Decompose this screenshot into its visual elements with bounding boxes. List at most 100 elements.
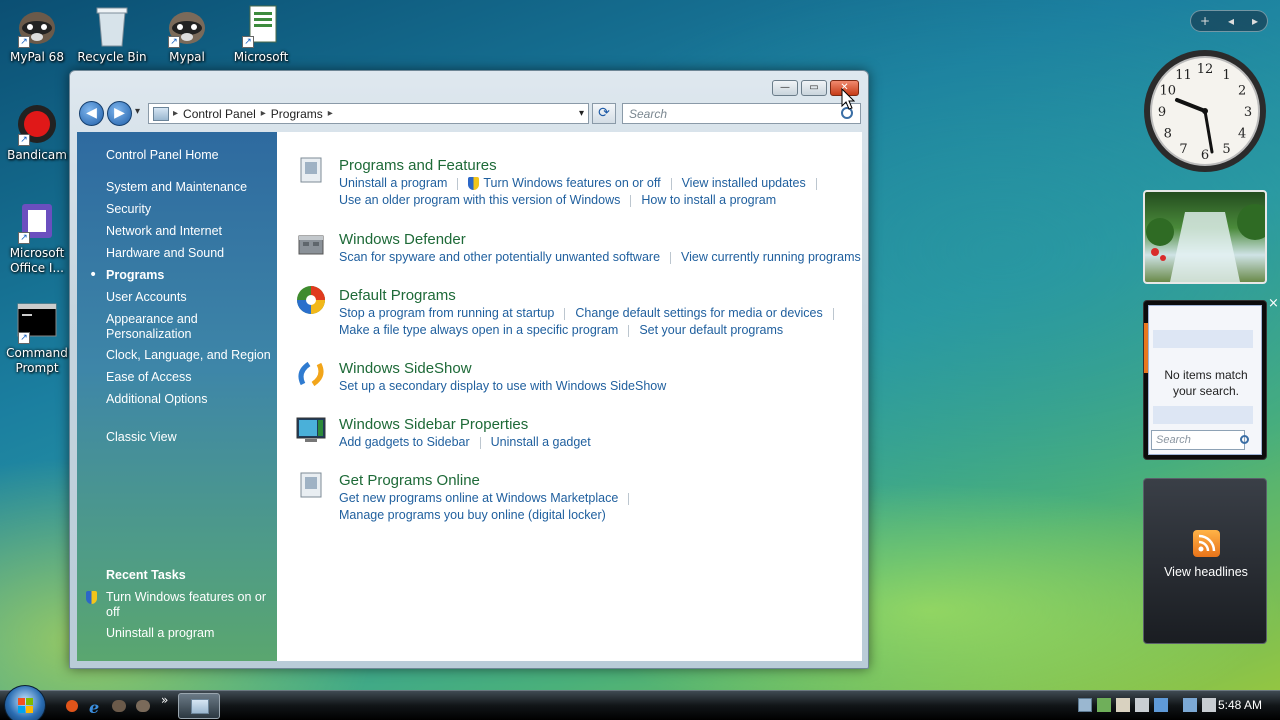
breadcrumb-control-panel[interactable]: Control Panel	[178, 107, 261, 121]
taskbar-clock[interactable]: 5:48 AM	[1218, 698, 1262, 712]
media-defaults-link[interactable]: Change default settings for media or dev…	[575, 306, 822, 320]
older-program-link[interactable]: Use an older program with this version o…	[339, 193, 620, 207]
printer-icon[interactable]	[1135, 698, 1149, 712]
nav-additional-options[interactable]: Additional Options	[106, 392, 207, 406]
desktop-icon-mypal68[interactable]: ↗ MyPal 68	[0, 4, 74, 65]
flag-icon[interactable]	[1116, 698, 1130, 712]
nav-programs[interactable]: Programs	[106, 268, 164, 282]
safely-remove-icon[interactable]	[1097, 698, 1111, 712]
nav-hardware-and-sound[interactable]: Hardware and Sound	[106, 246, 224, 260]
default-programs-section: Default Programs Stop a program from run…	[339, 287, 844, 337]
recent-task-uninstall[interactable]: Uninstall a program	[106, 626, 214, 640]
file-type-link[interactable]: Make a file type always open in a specif…	[339, 323, 618, 337]
breadcrumb-programs[interactable]: Programs	[266, 107, 328, 121]
classic-view-link[interactable]: Classic View	[106, 430, 177, 444]
nav-ease-of-access[interactable]: Ease of Access	[106, 370, 191, 384]
nav-network-and-internet[interactable]: Network and Internet	[106, 224, 222, 238]
set-default-programs-link[interactable]: Set your default programs	[639, 323, 783, 337]
volume-icon[interactable]	[1202, 698, 1216, 712]
previous-gadget-page-button[interactable]: ◂	[1228, 14, 1234, 28]
gadget-accent-bar	[1144, 323, 1148, 373]
marketplace-link[interactable]: Get new programs online at Windows Marke…	[339, 491, 618, 505]
feed-headlines-gadget[interactable]: View headlines	[1143, 478, 1267, 644]
quick-launch-more[interactable]: »	[161, 693, 168, 707]
start-button[interactable]	[4, 685, 46, 720]
desktop-icon-label: Microsoft	[233, 50, 289, 64]
installed-updates-link[interactable]: View installed updates	[682, 176, 806, 190]
refresh-button[interactable]: ⟳	[592, 103, 616, 124]
desktop-icon-recycle-bin[interactable]: Recycle Bin	[75, 4, 149, 65]
recent-pages-dropdown[interactable]: ▾	[135, 106, 140, 117]
breadcrumb-separator[interactable]: ▸	[328, 108, 333, 119]
control-panel-window: — ▭ ✕ ◀ ▶ ▾ ▸ Control Panel ▸ Programs ▸…	[69, 70, 869, 669]
no-results-message-line1: No items match	[1164, 368, 1248, 382]
desktop-icon-label: Mypal	[169, 50, 205, 64]
taskbar-control-panel-button[interactable]	[178, 693, 220, 719]
address-dropdown-icon[interactable]: ▾	[579, 108, 584, 119]
windows-defender-title[interactable]: Windows Defender	[339, 231, 861, 248]
default-programs-title[interactable]: Default Programs	[339, 287, 844, 304]
clock-gadget[interactable]: 12 1 2 3 4 5 6 7 8 9 10 11	[1142, 48, 1268, 174]
recent-task-windows-features-line1[interactable]: Turn Windows features on or	[106, 590, 266, 604]
digital-locker-link[interactable]: Manage programs you buy online (digital …	[339, 508, 606, 522]
clock-number: 7	[1179, 142, 1187, 157]
back-button[interactable]: ◀	[79, 101, 104, 126]
shortcut-arrow-icon: ↗	[18, 332, 30, 344]
mypal-icon[interactable]	[112, 700, 126, 712]
windows-sideshow-title[interactable]: Windows SideShow	[339, 360, 666, 377]
programs-and-features-title[interactable]: Programs and Features	[339, 157, 827, 174]
separator	[564, 307, 566, 320]
internet-explorer-icon[interactable]: e	[89, 698, 99, 717]
desktop-icon-mypal[interactable]: ↗ Mypal	[150, 4, 224, 65]
nav-appearance-line2[interactable]: Personalization	[106, 327, 191, 341]
display-icon[interactable]	[1154, 698, 1168, 712]
network-icon[interactable]	[1078, 698, 1092, 712]
sidebar-properties-title[interactable]: Windows Sidebar Properties	[339, 416, 591, 433]
desktop-icon-microsoft[interactable]: ↗ Microsoft	[224, 4, 298, 65]
view-headlines-link[interactable]: View headlines	[1144, 565, 1268, 579]
windows-features-link[interactable]: Turn Windows features on or off	[483, 176, 660, 190]
separator	[628, 324, 630, 337]
shortcut-arrow-icon: ↗	[242, 36, 254, 48]
nav-appearance-line1[interactable]: Appearance and	[106, 312, 198, 326]
get-programs-online-title[interactable]: Get Programs Online	[339, 472, 639, 489]
maximize-button[interactable]: ▭	[801, 80, 827, 96]
search-input[interactable]: Search	[622, 103, 861, 124]
next-gadget-page-button[interactable]: ▸	[1252, 14, 1258, 28]
search-icon[interactable]	[1240, 435, 1249, 444]
add-gadget-button[interactable]: +	[1200, 14, 1210, 28]
control-panel-home-link[interactable]: Control Panel Home	[106, 148, 219, 162]
clock-number: 6	[1201, 148, 1209, 163]
desktop-icon-bandicam[interactable]: ↗ Bandicam	[0, 102, 74, 163]
recent-task-windows-features-line2[interactable]: off	[106, 605, 120, 619]
uninstall-gadget-link[interactable]: Uninstall a gadget	[491, 435, 591, 449]
desktop-icon-microsoft-office[interactable]: ↗ Microsoft Office I...	[0, 200, 74, 276]
desktop-icon-command-prompt[interactable]: ↗ Command Prompt	[0, 300, 74, 376]
forward-button[interactable]: ▶	[107, 101, 132, 126]
gadget-search-input[interactable]: Search	[1151, 430, 1245, 450]
nav-security[interactable]: Security	[106, 202, 151, 216]
startup-programs-link[interactable]: Stop a program from running at startup	[339, 306, 554, 320]
nav-system-and-maintenance[interactable]: System and Maintenance	[106, 180, 247, 194]
separator	[479, 436, 481, 449]
add-gadgets-link[interactable]: Add gadgets to Sidebar	[339, 435, 470, 449]
document-icon: ↗	[238, 4, 284, 48]
nav-clock-language-region[interactable]: Clock, Language, and Region	[106, 348, 271, 362]
gadget-close-button[interactable]: ×	[1268, 296, 1279, 311]
running-programs-link[interactable]: View currently running programs	[681, 250, 861, 264]
programs-and-features-icon	[295, 154, 327, 186]
uninstall-program-link[interactable]: Uninstall a program	[339, 176, 447, 190]
nav-user-accounts[interactable]: User Accounts	[106, 290, 187, 304]
secondary-display-link[interactable]: Set up a secondary display to use with W…	[339, 379, 666, 393]
how-to-install-link[interactable]: How to install a program	[641, 193, 776, 207]
mypal68-icon[interactable]	[136, 700, 150, 712]
shield-icon	[86, 591, 97, 604]
slideshow-gadget[interactable]	[1143, 190, 1267, 284]
connection-icon[interactable]	[1183, 698, 1197, 712]
firefox-icon[interactable]	[66, 700, 78, 712]
programs-and-features-section: Programs and Features Uninstall a progra…	[339, 157, 827, 207]
address-bar[interactable]: ▸ Control Panel ▸ Programs ▸ ▾	[148, 103, 589, 124]
scan-spyware-link[interactable]: Scan for spyware and other potentially u…	[339, 250, 660, 264]
content-pane: Programs and Features Uninstall a progra…	[277, 132, 862, 661]
minimize-button[interactable]: —	[772, 80, 798, 96]
